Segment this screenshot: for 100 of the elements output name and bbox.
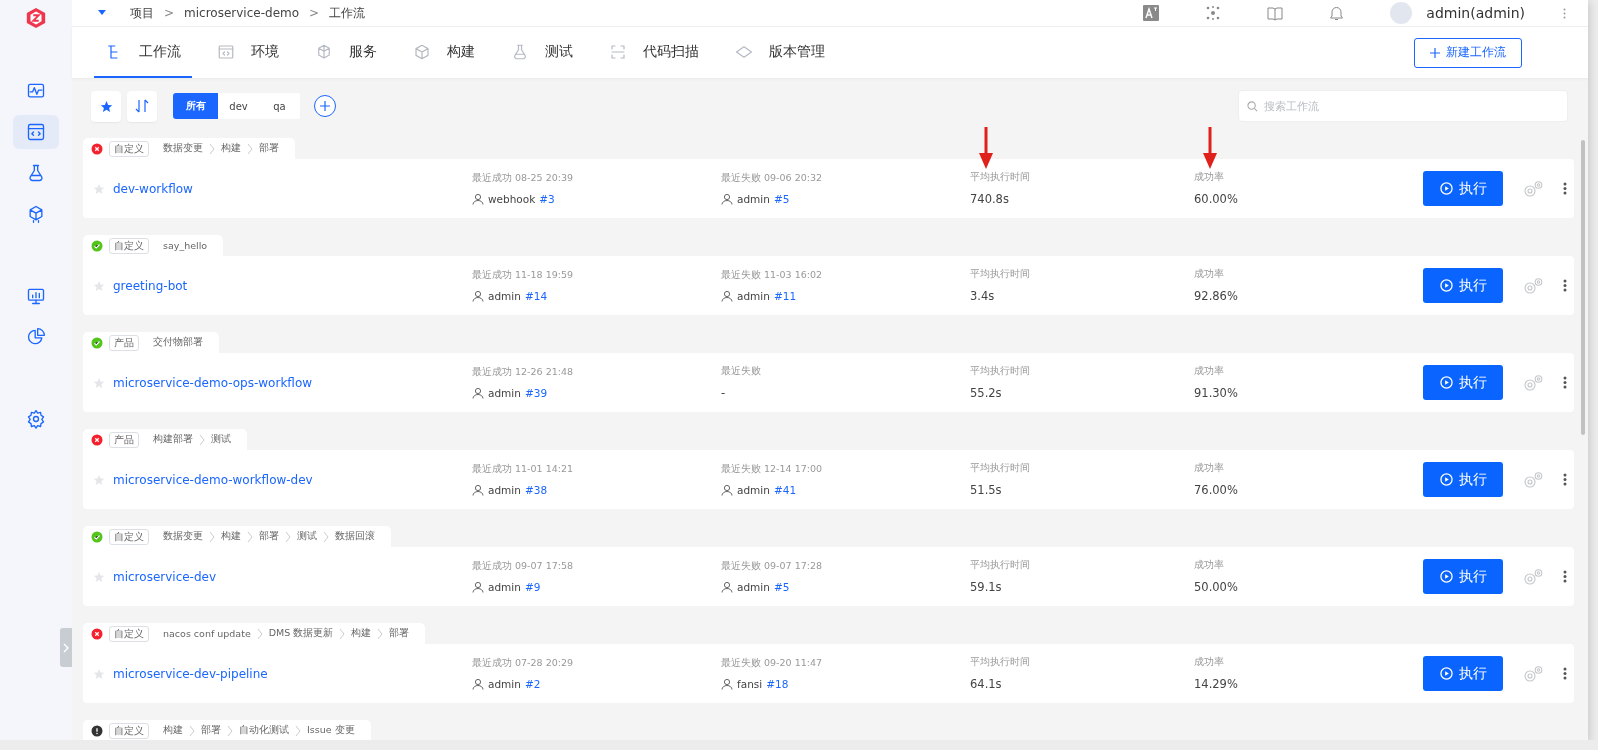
play-circle-icon <box>1439 182 1453 195</box>
breadcrumb-item[interactable]: 工作流 <box>329 4 366 22</box>
translate-icon[interactable] <box>1143 5 1160 21</box>
star-icon[interactable] <box>93 570 105 583</box>
chevron-right-icon <box>377 627 384 640</box>
workflow-type-tag: 自定义 <box>109 625 149 642</box>
build-link[interactable]: #9 <box>524 581 541 593</box>
chevron-right-icon <box>62 642 70 653</box>
average-duration-label: 平均执行时间 <box>970 559 1031 572</box>
network-icon[interactable] <box>1205 5 1222 21</box>
last-success-label: 最近成功 09-07 17:58 <box>472 560 575 573</box>
scrollbar[interactable] <box>1581 140 1585 435</box>
average-duration-value: 740.8s <box>970 192 1010 206</box>
more-vertical-icon[interactable] <box>1563 570 1567 583</box>
star-icon <box>99 99 113 113</box>
stage-name: 构建部署 <box>153 433 193 446</box>
workflow-name[interactable]: microservice-demo-workflow-dev <box>113 472 472 487</box>
cube-icon <box>413 42 431 61</box>
build-link[interactable]: #5 <box>773 581 790 593</box>
build-link[interactable]: #11 <box>773 290 797 302</box>
user-icon <box>721 193 733 205</box>
last-failure-label: 最近失败 09-06 20:32 <box>721 172 824 185</box>
workflow-name[interactable]: dev-workflow <box>113 181 472 196</box>
expand-handle[interactable] <box>60 628 72 667</box>
breadcrumb-item[interactable]: microservice-demo <box>184 6 300 20</box>
success-rate-label: 成功率 <box>1194 171 1225 184</box>
nav-tab[interactable]: 代码扫描 <box>598 27 710 78</box>
nav-tab[interactable]: 工作流 <box>94 27 192 78</box>
book-icon[interactable] <box>1267 5 1284 21</box>
sort-button[interactable] <box>127 90 157 122</box>
more-vertical-icon[interactable] <box>1563 376 1567 389</box>
run-button[interactable]: 执行 <box>1423 656 1503 691</box>
last-failure-label: 最近失败 11-03 16:02 <box>721 269 824 282</box>
search-field[interactable]: 搜索工作流 <box>1238 90 1568 122</box>
sort-arrows-icon <box>134 98 150 114</box>
trigger-user: webhook <box>488 193 536 205</box>
more-vertical-icon[interactable] <box>1563 279 1567 292</box>
success-rate-value: 92.86% <box>1194 289 1239 303</box>
build-link[interactable]: #39 <box>524 387 548 399</box>
average-duration-label: 平均执行时间 <box>970 268 1031 281</box>
workflow-name[interactable]: microservice-dev-pipeline <box>113 666 472 681</box>
build-link[interactable]: #2 <box>524 678 541 690</box>
bell-icon[interactable] <box>1329 5 1345 21</box>
workflow-name[interactable]: greeting-bot <box>113 278 472 293</box>
favorites-button[interactable] <box>91 90 121 122</box>
add-filter-button[interactable] <box>314 95 336 117</box>
star-icon[interactable] <box>93 279 105 292</box>
stage-name: Issue 变更 <box>307 724 355 737</box>
nav-tab[interactable]: 版本管理 <box>724 27 836 78</box>
star-icon[interactable] <box>93 667 105 680</box>
filter-tab[interactable]: 所有 <box>173 93 218 119</box>
user-icon <box>472 678 484 690</box>
nav-tab[interactable]: 服务 <box>304 27 388 78</box>
sidebar-item[interactable] <box>13 115 59 149</box>
chevron-right-icon <box>189 724 195 737</box>
trigger-user: admin <box>737 193 770 205</box>
build-link[interactable]: #14 <box>524 290 548 302</box>
run-button[interactable]: 执行 <box>1423 268 1503 303</box>
user-name[interactable]: admin(admin) <box>1426 5 1525 21</box>
build-link[interactable]: #18 <box>766 678 789 690</box>
stage-name: 部署 <box>259 142 279 155</box>
more-vertical-icon[interactable] <box>1563 182 1567 195</box>
build-link[interactable]: #3 <box>539 193 555 205</box>
build-link[interactable]: #41 <box>773 484 797 496</box>
breadcrumb-item[interactable]: 项目 <box>130 4 154 22</box>
run-button[interactable]: 执行 <box>1423 559 1503 594</box>
star-icon[interactable] <box>93 376 105 389</box>
run-button[interactable]: 执行 <box>1423 365 1503 400</box>
run-button[interactable]: 执行 <box>1423 171 1503 206</box>
build-link[interactable]: #38 <box>524 484 548 496</box>
chevron-right-icon <box>285 530 291 543</box>
workflow-name[interactable]: microservice-dev <box>113 569 472 584</box>
average-duration-value: 64.1s <box>970 677 1003 691</box>
dropdown-caret-icon[interactable] <box>98 10 106 16</box>
success-rate-value: 14.29% <box>1194 677 1239 691</box>
code-window-icon <box>217 42 235 61</box>
build-link[interactable]: #5 <box>773 193 790 205</box>
more-vertical-icon[interactable] <box>1563 473 1567 486</box>
user-icon <box>721 290 733 302</box>
average-duration-value: 59.1s <box>970 580 1003 594</box>
user-icon <box>472 193 484 205</box>
average-duration-label: 平均执行时间 <box>970 656 1031 669</box>
workflow-name[interactable]: microservice-demo-ops-workflow <box>113 375 472 390</box>
nav-tab[interactable]: 测试 <box>500 27 584 78</box>
average-duration-label: 平均执行时间 <box>970 365 1031 378</box>
run-button[interactable]: 执行 <box>1423 462 1503 497</box>
user-icon <box>472 581 484 593</box>
star-icon[interactable] <box>93 182 105 195</box>
stage-name: DMS 数据更新 <box>268 627 334 640</box>
logo-icon[interactable] <box>25 6 47 30</box>
stage-name: 数据变更 <box>163 530 203 543</box>
trigger-user: admin <box>737 581 770 593</box>
average-duration-label: 平均执行时间 <box>970 462 1031 475</box>
nav-tab[interactable]: 构建 <box>402 27 486 78</box>
success-rate-label: 成功率 <box>1194 462 1225 475</box>
success-rate-value: 60.00% <box>1194 192 1239 206</box>
more-vertical-icon[interactable] <box>1563 667 1567 680</box>
nav-tab[interactable]: 环境 <box>206 27 290 78</box>
new-workflow-button[interactable]: 新建工作流 <box>1414 37 1522 68</box>
star-icon[interactable] <box>93 473 105 486</box>
